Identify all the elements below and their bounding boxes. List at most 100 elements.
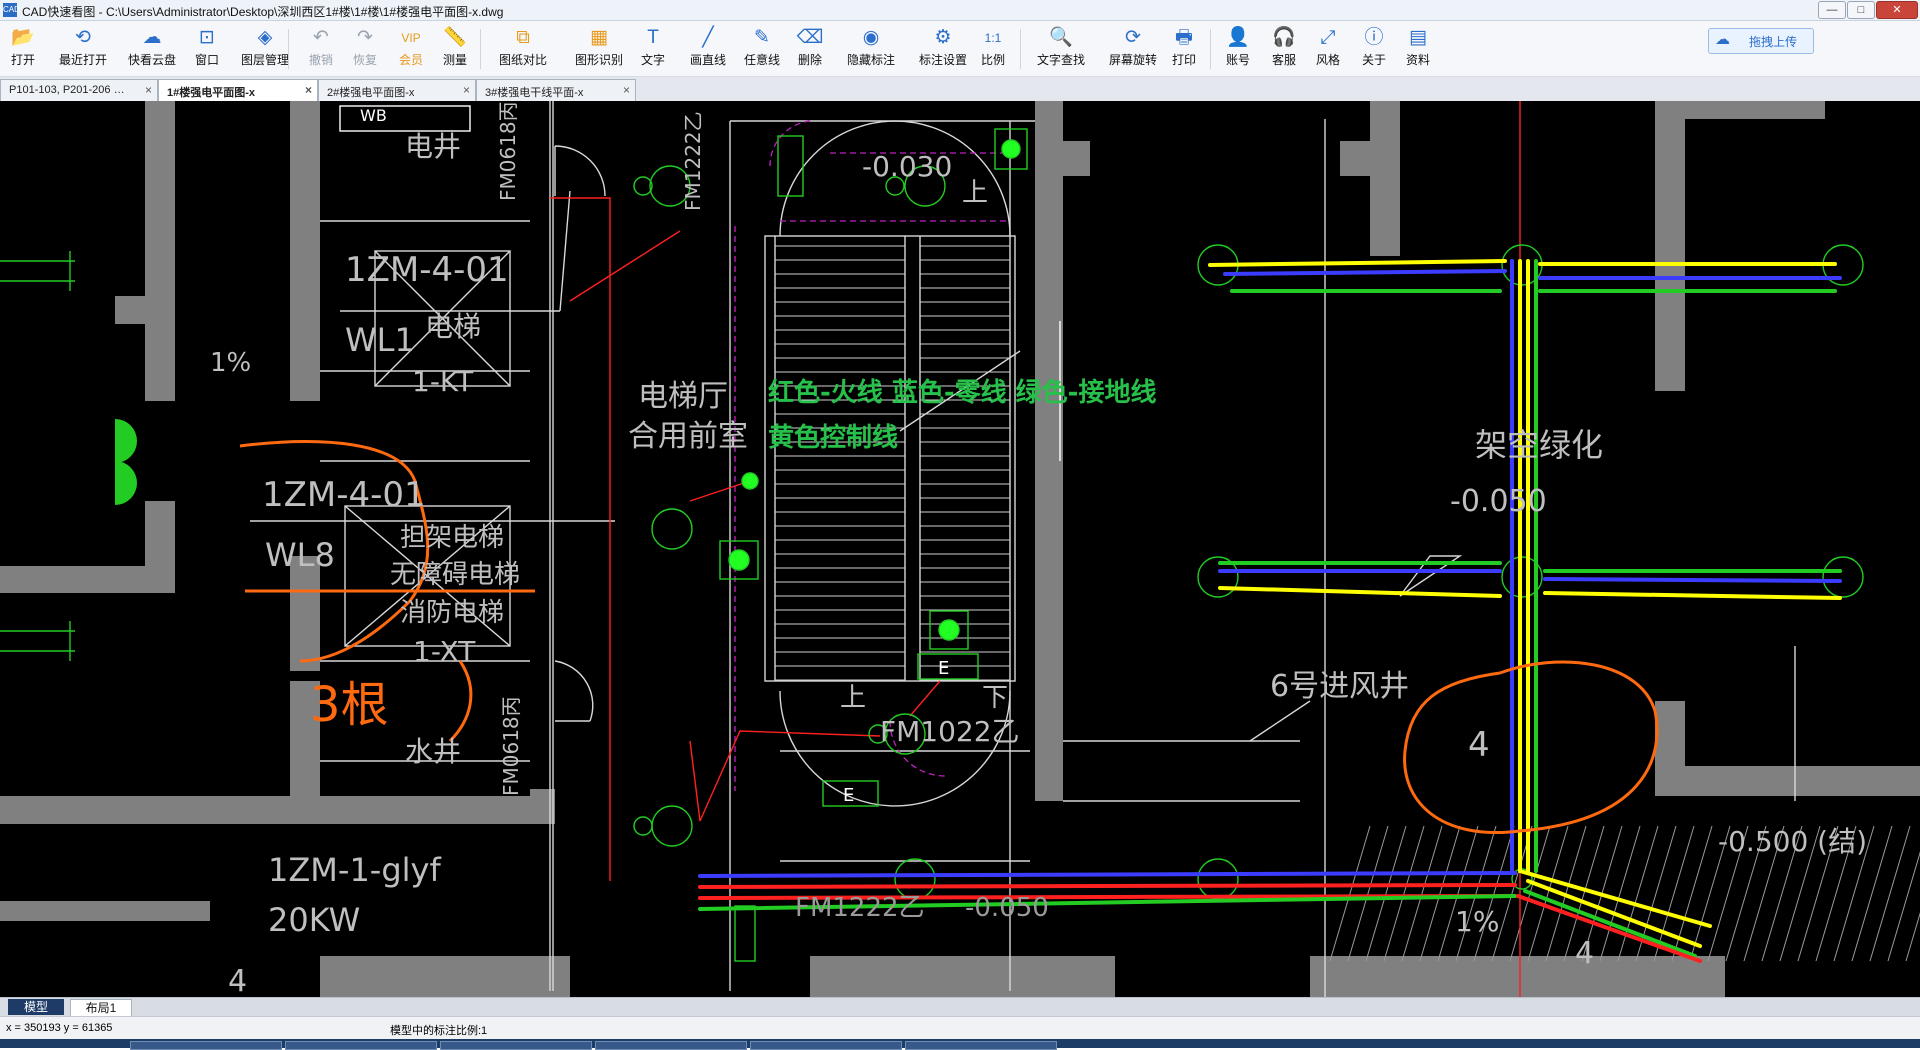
taskbar-item[interactable] (595, 1041, 747, 1050)
toolbar-button-shape-recognition[interactable]: ▦ 图形识别 (570, 25, 628, 73)
drag-upload-button[interactable]: ☁ 拖拽上传 (1708, 28, 1814, 54)
taskbar-item[interactable] (130, 1041, 282, 1050)
toolbar-label: 图层管理 (240, 53, 289, 67)
title-bar: CAD CAD快速看图 - C:\Users\Administrator\Des… (0, 0, 1920, 21)
fire-door-label-bottom: FM0618丙 (499, 696, 523, 796)
taskbar-item[interactable] (750, 1041, 902, 1050)
toolbar-button-folder-open[interactable]: 📂 打开 (8, 25, 38, 73)
text-search-icon: 🔍 (1049, 27, 1073, 48)
print-icon: 🖶 (1175, 27, 1193, 48)
toolbar-button-info[interactable]: ⓘ 关于 (1358, 25, 1390, 73)
close-window-button[interactable]: ✕ (1876, 1, 1918, 19)
account-icon: 👤 (1226, 27, 1250, 48)
document-tabs: P101-103, P201-206 … × 1#楼强电平面图-x × 2#楼强电平面图… (0, 77, 1920, 102)
taskbar-item[interactable] (905, 1041, 1057, 1050)
stair-up-label-top: 上 (962, 178, 988, 208)
toolbar-separator (1020, 29, 1021, 69)
materials-icon: ▤ (1409, 27, 1427, 48)
toolbar-label: 文字查找 (1036, 53, 1085, 67)
structural-level-label: -0.500 (结) (1718, 825, 1867, 858)
redo-icon: ↷ (357, 27, 373, 48)
toolbar-separator (288, 29, 289, 69)
toolbar-button-vip[interactable]: VIP 会员 (396, 25, 426, 73)
document-tab[interactable]: 1#楼强电平面图-x × (158, 79, 318, 101)
toolbar-button-window[interactable]: ⊡ 窗口 (192, 25, 222, 73)
toolbar-button-rotate-screen[interactable]: ⟳ 屏幕旋转 (1104, 25, 1162, 73)
annotation-scale-text: 模型中的标注比例:1 (390, 1025, 488, 1037)
compare-icon: ⧉ (516, 27, 530, 48)
wire-color-legend-2: 黄色控制线 (768, 422, 898, 453)
shaft-label: 电井 (405, 130, 461, 163)
drawing-canvas[interactable]: WB 电井 FM0618丙 1ZM-4-01 WL1 电梯 1-KT 1% 1Z… (0, 101, 1920, 997)
tab-close-icon[interactable]: × (623, 83, 630, 97)
hatch-line (1419, 825, 1461, 962)
hatch-line (1455, 825, 1497, 962)
hatch-line (1599, 825, 1641, 962)
elevator-label: 电梯 (425, 310, 481, 343)
toolbar-label: 窗口 (194, 53, 219, 67)
headset-icon: 🎧 (1272, 27, 1296, 48)
document-tab-label: 3#楼强电干线平面-x (485, 87, 584, 99)
text-icon: T (647, 27, 659, 48)
water-well-label: 水井 (405, 735, 461, 768)
scale-icon: 1:1 (984, 31, 1002, 45)
slope-label-2: 1% (1455, 905, 1499, 938)
toolbar-label: 任意线 (743, 53, 780, 67)
tab-close-icon[interactable]: × (145, 83, 152, 97)
document-tab[interactable]: P101-103, P201-206 … × (0, 79, 158, 101)
cloud-upload-icon: ☁ (1715, 31, 1730, 48)
app-logo-icon: CAD (3, 3, 20, 17)
toolbar-label: 资料 (1405, 53, 1430, 67)
wire-color-legend-1: 红色-火线 蓝色-零线 绿色-接地线 (768, 377, 1156, 408)
document-tab[interactable]: 3#楼强电干线平面-x × (476, 79, 636, 101)
toolbar-label: 图形识别 (574, 53, 623, 67)
tab-close-icon[interactable]: × (305, 83, 312, 97)
toolbar-label: 比例 (980, 53, 1005, 67)
toolbar-button-scale[interactable]: 1:1 比例 (978, 25, 1008, 73)
toolbar-button-print[interactable]: 🖶 打印 (1168, 25, 1200, 73)
toolbar-button-freehand[interactable]: ✎ 任意线 (740, 25, 784, 73)
toolbar-button-materials[interactable]: ▤ 资料 (1402, 25, 1434, 73)
level-label-bottom: -0.050 (965, 893, 1049, 923)
layout1-tab[interactable]: 布局1 (70, 999, 132, 1017)
toolbar-button-layers[interactable]: ◈ 图层管理 (236, 25, 294, 73)
toolbar-label: 快看云盘 (127, 53, 176, 67)
toolbar-button-cloud[interactable]: ☁ 快看云盘 (122, 25, 182, 73)
minimize-button[interactable]: — (1818, 1, 1846, 19)
handwritten-note: 3根 (310, 677, 389, 733)
undo-icon: ↶ (313, 27, 329, 48)
xt-label: 1-XT (413, 635, 476, 668)
toolbar-label: 客服 (1271, 53, 1296, 67)
toolbar-button-text[interactable]: T 文字 (638, 25, 668, 73)
slope-label: 1% (210, 348, 251, 378)
toolbar-button-recent[interactable]: ⟲ 最近打开 (52, 25, 114, 73)
toolbar-label: 打开 (10, 53, 35, 67)
toolbar-button-annotation-settings[interactable]: ⚙ 标注设置 (914, 25, 972, 73)
toolbar-button-redo[interactable]: ↷ 恢复 (350, 25, 380, 73)
toolbar-button-measure[interactable]: 📏 测量 (438, 25, 472, 73)
tab-close-icon[interactable]: × (463, 83, 470, 97)
toolbar-button-eraser[interactable]: ⌫ 删除 (795, 25, 825, 73)
toolbar-label: 风格 (1315, 53, 1340, 67)
window-title: CAD快速看图 - C:\Users\Administrator\Desktop… (22, 5, 504, 19)
panel-label-glyf: 1ZM-1-glyf (268, 851, 441, 889)
toolbar-button-line[interactable]: ╱ 画直线 (684, 25, 732, 73)
toolbar-button-compare[interactable]: ⧉ 图纸对比 (494, 25, 552, 73)
annotation-settings-icon: ⚙ (934, 27, 952, 48)
taskbar-item[interactable] (285, 1041, 437, 1050)
maximize-button[interactable]: □ (1847, 1, 1875, 19)
cad-drawing[interactable]: WB 电井 FM0618丙 1ZM-4-01 WL1 电梯 1-KT 1% 1Z… (0, 101, 1920, 997)
toolbar-button-style[interactable]: ⤢ 风格 (1312, 25, 1344, 73)
toolbar-button-text-search[interactable]: 🔍 文字查找 (1032, 25, 1090, 73)
toolbar-button-hide-annotation[interactable]: ◉ 隐藏标注 (842, 25, 900, 73)
toolbar-button-account[interactable]: 👤 账号 (1222, 25, 1254, 73)
style-icon: ⤢ (1320, 27, 1336, 48)
document-tab-label: 2#楼强电平面图-x (327, 87, 415, 99)
layers-icon: ◈ (257, 27, 273, 48)
toolbar-button-undo[interactable]: ↶ 撤销 (306, 25, 336, 73)
taskbar-item[interactable] (440, 1041, 592, 1050)
toolbar-button-headset[interactable]: 🎧 客服 (1268, 25, 1300, 73)
model-tab[interactable]: 模型 (8, 999, 64, 1015)
stair-down-label: 下 (982, 683, 1008, 713)
document-tab[interactable]: 2#楼强电平面图-x × (318, 79, 476, 101)
